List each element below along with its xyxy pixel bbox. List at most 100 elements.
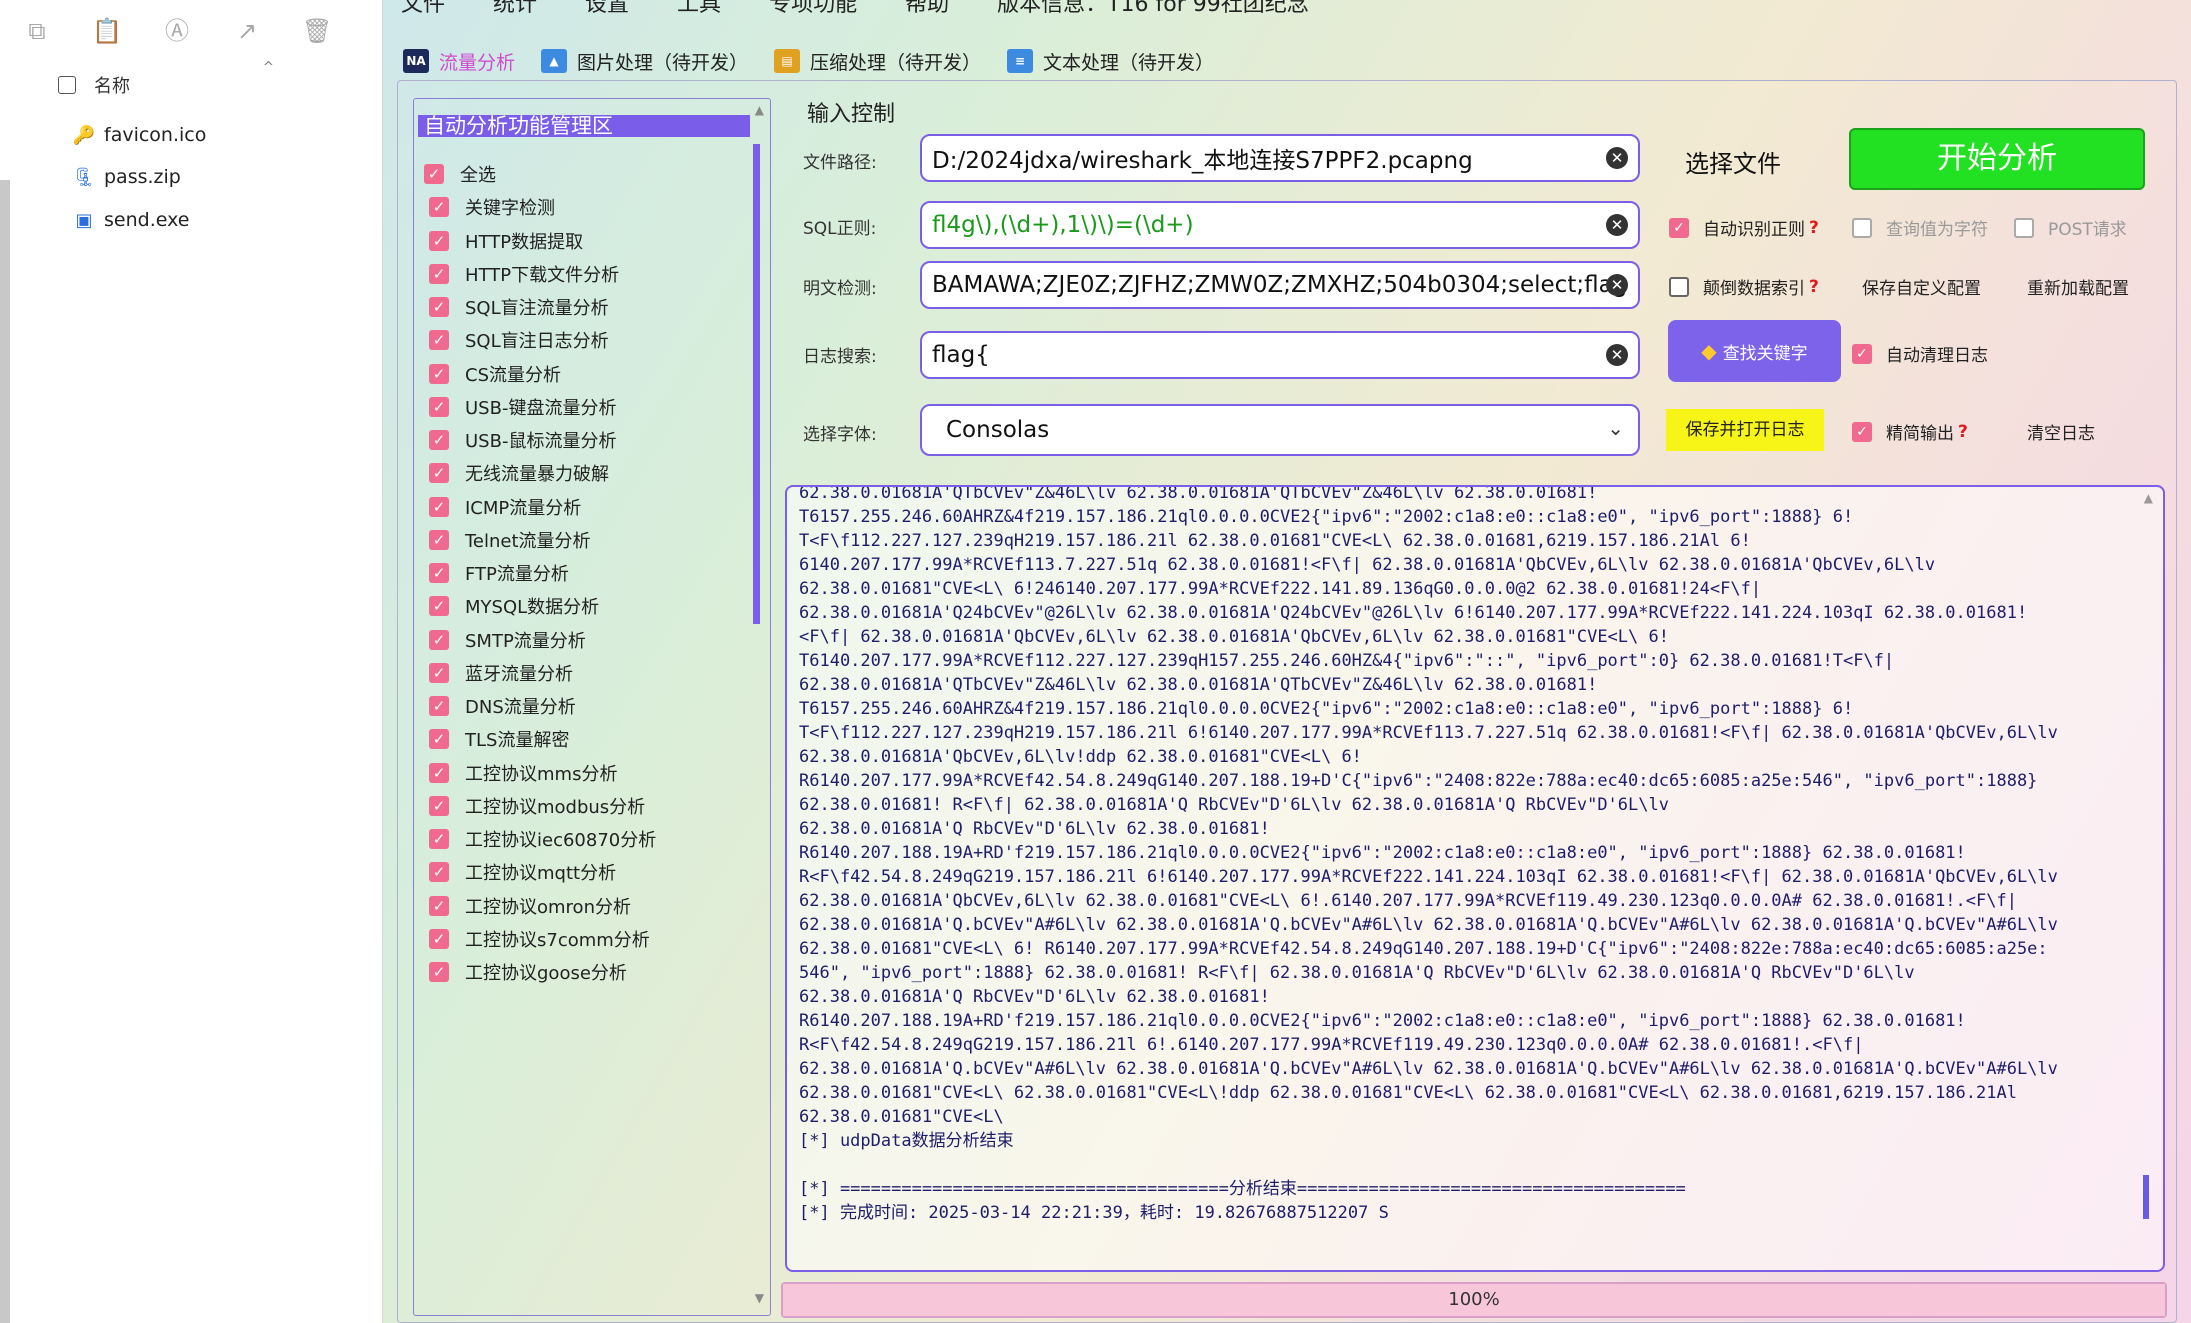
analysis-option[interactable]: ✓ SQL盲注日志分析 — [429, 325, 609, 355]
clear-icon[interactable]: ✕ — [1606, 147, 1628, 169]
checkbox-checked[interactable]: ✓ — [429, 596, 449, 617]
analysis-option[interactable]: ✓ FTP流量分析 — [429, 558, 569, 588]
checkbox-unchecked[interactable] — [2014, 217, 2034, 238]
analysis-option[interactable]: ✓ 关键字检测 — [429, 192, 555, 222]
menu-settings[interactable]: 设置 — [585, 0, 629, 18]
sql-regex-field[interactable]: fl4g\),(\d+),1\)\)=(\d+) ✕ — [920, 201, 1640, 249]
save-open-log-button[interactable]: 保存并打开日志 — [1666, 409, 1824, 451]
menu-help[interactable]: 帮助 — [905, 0, 949, 18]
analysis-option[interactable]: ✓ USB-键盘流量分析 — [429, 392, 616, 422]
checkbox-checked[interactable]: ✓ — [1852, 343, 1872, 364]
analysis-option[interactable]: ✓ HTTP下载文件分析 — [429, 259, 619, 289]
auto-regex-option[interactable]: ✓ 自动识别正则 ? — [1669, 215, 1819, 240]
checkbox-checked[interactable]: ✓ — [429, 396, 449, 417]
font-select[interactable]: Consolas ⌄ — [920, 404, 1640, 456]
reverse-index-option[interactable]: 颠倒数据索引 ? — [1669, 274, 1819, 299]
tab-traffic-analysis[interactable]: NA 流量分析 — [403, 48, 515, 75]
help-icon[interactable]: ? — [1809, 277, 1819, 297]
share-icon[interactable]: ↗ — [232, 16, 262, 46]
checkbox-checked[interactable]: ✓ — [424, 164, 444, 184]
analysis-option[interactable]: ✓ TLS流量解密 — [429, 724, 569, 754]
clear-icon[interactable]: ✕ — [1606, 344, 1628, 366]
reload-config-button[interactable]: 重新加载配置 — [2027, 274, 2129, 299]
log-search-field[interactable]: flag{ ✕ — [920, 331, 1640, 379]
checklist-scrollbar[interactable] — [753, 144, 760, 624]
plaintext-detect-field[interactable]: BAMAWA;ZJE0Z;ZJFHZ;ZMW0Z;ZMXHZ;504b0304;… — [920, 261, 1640, 309]
checkbox-checked[interactable]: ✓ — [429, 563, 449, 583]
find-keyword-button[interactable]: ◆ 查找关键字 — [1668, 320, 1841, 382]
explorer-scrollbar[interactable] — [0, 180, 10, 1323]
select-all-checkbox[interactable] — [58, 76, 76, 94]
log-output[interactable]: 62.38.0.01681A'QTbCVEv"Z&46L\lv 62.38.0.… — [785, 485, 2165, 1272]
tab-compression[interactable]: ▤ 压缩处理（待开发） — [774, 48, 981, 75]
start-analysis-button[interactable]: 开始分析 — [1849, 128, 2145, 190]
auto-clear-log-option[interactable]: ✓ 自动清理日志 — [1852, 341, 1988, 366]
analysis-option[interactable]: ✓ MYSQL数据分析 — [429, 591, 599, 621]
checkbox-checked[interactable]: ✓ — [429, 197, 449, 218]
checkbox-checked[interactable]: ✓ — [429, 696, 449, 716]
checkbox-unchecked[interactable] — [1852, 217, 1872, 238]
checkbox-checked[interactable]: ✓ — [429, 430, 449, 450]
checkbox-checked[interactable]: ✓ — [429, 729, 449, 750]
post-request-option[interactable]: POST请求 — [2014, 215, 2127, 240]
analysis-option[interactable]: ✓ 工控协议mms分析 — [429, 758, 617, 788]
save-config-button[interactable]: 保存自定义配置 — [1862, 274, 1981, 299]
analysis-option[interactable]: ✓ 工控协议goose分析 — [429, 957, 627, 987]
checkbox-checked[interactable]: ✓ — [429, 230, 449, 251]
scroll-up-icon[interactable]: ▲ — [2144, 491, 2153, 505]
analysis-option[interactable]: ✓ DNS流量分析 — [429, 691, 576, 721]
clear-icon[interactable]: ✕ — [1606, 274, 1628, 296]
analysis-option[interactable]: ✓ CS流量分析 — [429, 359, 561, 389]
checkbox-checked[interactable]: ✓ — [429, 629, 449, 650]
analysis-option[interactable]: ✓ 无线流量暴力破解 — [429, 458, 609, 488]
tab-image-processing[interactable]: ▲ 图片处理（待开发） — [541, 48, 748, 75]
analysis-option[interactable]: ✓ HTTP数据提取 — [429, 226, 583, 256]
paste-icon[interactable]: 📋 — [92, 16, 122, 46]
choose-file-button[interactable]: 选择文件 — [1685, 144, 1781, 179]
checkbox-checked[interactable]: ✓ — [1669, 217, 1689, 238]
checkbox-checked[interactable]: ✓ — [429, 662, 449, 683]
analysis-option[interactable]: ✓ 蓝牙流量分析 — [429, 658, 573, 688]
delete-icon[interactable]: 🗑 — [302, 16, 332, 46]
analysis-option[interactable]: ✓ SQL盲注流量分析 — [429, 292, 609, 322]
checkbox-checked[interactable]: ✓ — [429, 263, 449, 284]
checkbox-checked[interactable]: ✓ — [429, 862, 449, 883]
analysis-option[interactable]: ✓ Telnet流量分析 — [429, 525, 591, 555]
analysis-option[interactable]: ✓ 工控协议modbus分析 — [429, 791, 645, 821]
checkbox-checked[interactable]: ✓ — [429, 496, 449, 517]
clear-icon[interactable]: ✕ — [1606, 214, 1628, 236]
checkbox-checked[interactable]: ✓ — [429, 297, 449, 317]
menu-special[interactable]: 专项功能 — [769, 0, 857, 18]
checkbox-checked[interactable]: ✓ — [429, 529, 449, 550]
analysis-option[interactable]: ✓ 工控协议omron分析 — [429, 891, 631, 921]
checkbox-checked[interactable]: ✓ — [429, 762, 449, 783]
checkbox-checked[interactable]: ✓ — [429, 928, 449, 949]
analysis-option[interactable]: ✓ 工控协议s7comm分析 — [429, 924, 650, 954]
clear-log-button[interactable]: 清空日志 — [2027, 419, 2095, 444]
concise-output-option[interactable]: ✓ 精简输出 ? — [1852, 419, 1968, 444]
file-path-field[interactable]: D:/2024jdxa/wireshark_本地连接S7PPF2.pcapng … — [920, 134, 1640, 182]
help-icon[interactable]: ? — [1958, 422, 1968, 442]
tab-text-processing[interactable]: ≡ 文本处理（待开发） — [1007, 48, 1214, 75]
column-name-label[interactable]: 名称 — [94, 72, 130, 98]
checkbox-unchecked[interactable] — [1669, 276, 1689, 297]
checkbox-checked[interactable]: ✓ — [429, 962, 449, 982]
copy-icon[interactable]: ⧉ — [22, 16, 52, 46]
scroll-down-icon[interactable]: ▼ — [755, 1291, 764, 1305]
checkbox-checked[interactable]: ✓ — [429, 330, 449, 351]
checkbox-checked[interactable]: ✓ — [429, 895, 449, 916]
analysis-option[interactable]: ✓ SMTP流量分析 — [429, 625, 586, 655]
menu-tools[interactable]: 工具 — [677, 0, 721, 18]
file-item[interactable]: 🔑 favicon.ico — [72, 120, 207, 150]
query-as-char-option[interactable]: 查询值为字符 — [1852, 215, 1988, 240]
file-item[interactable]: ▣ send.exe — [72, 205, 189, 235]
checkbox-checked[interactable]: ✓ — [429, 463, 449, 484]
help-icon[interactable]: ? — [1809, 218, 1819, 238]
checkbox-checked[interactable]: ✓ — [429, 363, 449, 384]
scroll-up-icon[interactable]: ▲ — [755, 103, 764, 117]
analysis-option[interactable]: ✓ 工控协议iec60870分析 — [429, 824, 656, 854]
select-all-option[interactable]: ✓ 全选 — [424, 159, 496, 189]
analysis-option[interactable]: ✓ 工控协议mqtt分析 — [429, 857, 616, 887]
rename-icon[interactable]: Ⓐ — [162, 16, 192, 46]
checkbox-checked[interactable]: ✓ — [429, 829, 449, 849]
